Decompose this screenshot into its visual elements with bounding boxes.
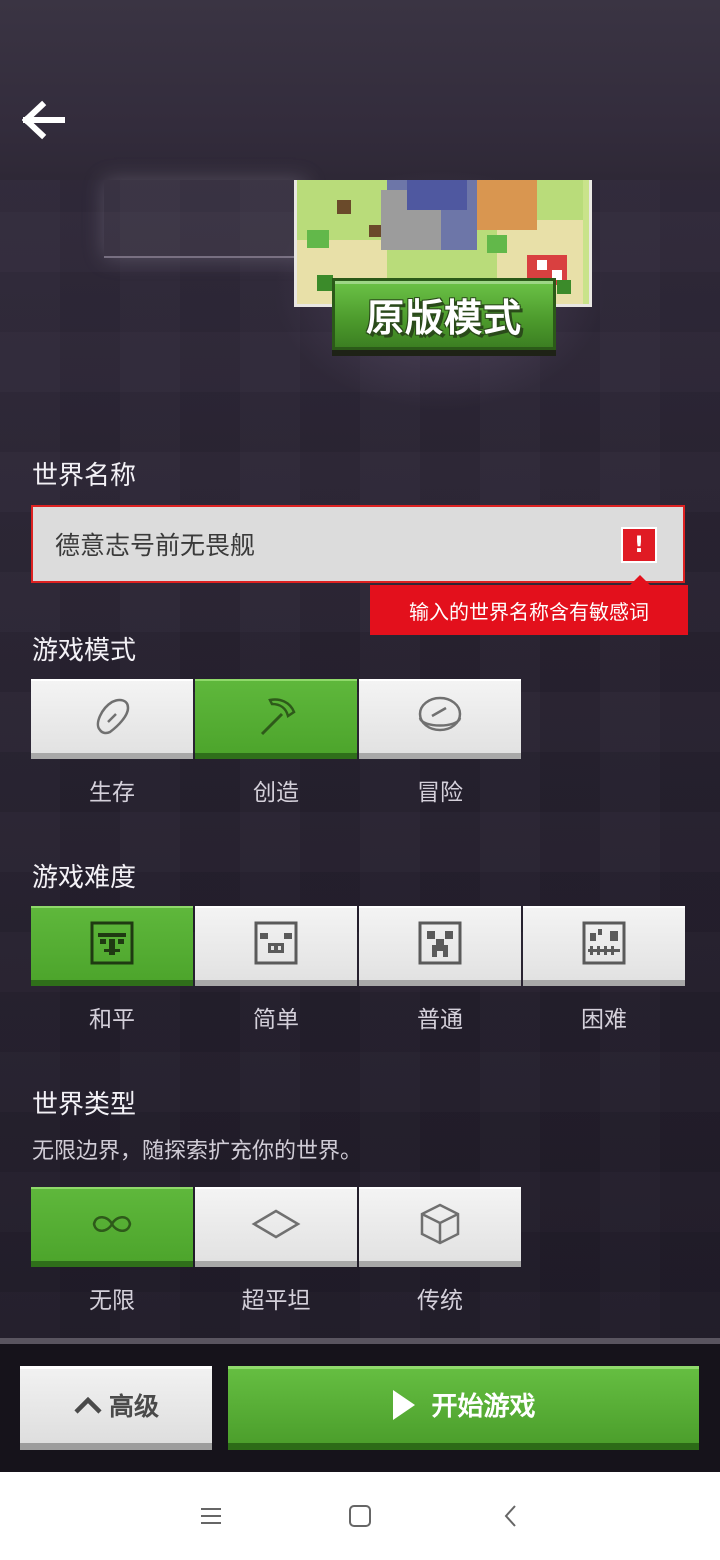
game-mode-options: 生存 创造 冒险 bbox=[31, 679, 521, 807]
advanced-button-label: 高级 bbox=[108, 1391, 159, 1421]
mode-survival-tile[interactable] bbox=[31, 679, 193, 759]
top-bar bbox=[0, 0, 720, 180]
cube-icon bbox=[420, 1203, 460, 1245]
world-infinite-option[interactable]: 无限 bbox=[31, 1187, 193, 1315]
world-flat-option[interactable]: 超平坦 bbox=[195, 1187, 357, 1315]
difficulty-hard-option[interactable]: 困难 bbox=[523, 906, 685, 1034]
difficulty-easy-tile[interactable] bbox=[195, 906, 357, 986]
world-name-label: 世界名称 bbox=[32, 461, 137, 491]
difficulty-hard-tile[interactable] bbox=[523, 906, 685, 986]
world-type-description: 无限边界，随探索扩充你的世界。 bbox=[32, 1139, 363, 1164]
chevron-up-icon bbox=[74, 1396, 102, 1414]
world-infinite-tile[interactable] bbox=[31, 1187, 193, 1267]
error-tooltip: 输入的世界名称含有敏感词 bbox=[370, 575, 688, 635]
difficulty-normal-option[interactable]: 普通 bbox=[359, 906, 521, 1034]
flat-icon bbox=[251, 1209, 301, 1239]
difficulty-easy-option[interactable]: 简单 bbox=[195, 906, 357, 1034]
menu-icon bbox=[201, 1508, 221, 1524]
mode-creative-tile[interactable] bbox=[195, 679, 357, 759]
mode-creative-label: 创造 bbox=[253, 780, 299, 806]
system-nav-bar bbox=[0, 1472, 720, 1560]
mode-adventure-option[interactable]: 冒险 bbox=[359, 679, 521, 807]
game-mode-label: 游戏模式 bbox=[32, 636, 137, 666]
difficulty-peaceful-option[interactable]: 和平 bbox=[31, 906, 193, 1034]
difficulty-normal-label: 普通 bbox=[417, 1007, 463, 1033]
world-legacy-tile[interactable] bbox=[359, 1187, 521, 1267]
back-arrow-icon bbox=[22, 100, 65, 140]
difficulty-hard-label: 困难 bbox=[581, 1007, 627, 1033]
difficulty-peaceful-label: 和平 bbox=[89, 1007, 135, 1033]
villager-icon bbox=[90, 921, 134, 965]
world-legacy-option[interactable]: 传统 bbox=[359, 1187, 521, 1315]
world-type-options: 无限 超平坦 传统 bbox=[31, 1187, 521, 1315]
difficulty-label: 游戏难度 bbox=[32, 863, 137, 893]
infinity-icon bbox=[92, 1216, 132, 1232]
back-button[interactable] bbox=[16, 96, 72, 144]
pickaxe-icon bbox=[260, 698, 296, 736]
home-square-icon bbox=[349, 1505, 371, 1527]
nav-home-button[interactable] bbox=[330, 1496, 390, 1536]
world-name-field[interactable]: ! bbox=[31, 505, 685, 583]
world-name-input[interactable] bbox=[53, 528, 597, 560]
mode-adventure-tile[interactable] bbox=[359, 679, 521, 759]
start-game-label: 开始游戏 bbox=[431, 1392, 536, 1422]
creeper-icon bbox=[418, 921, 462, 965]
world-flat-label: 超平坦 bbox=[241, 1288, 311, 1314]
potato-icon bbox=[96, 698, 130, 735]
compass-icon bbox=[418, 696, 462, 732]
world-infinite-label: 无限 bbox=[89, 1288, 135, 1314]
mode-creative-option[interactable]: 创造 bbox=[195, 679, 357, 807]
world-type-label: 世界类型 bbox=[32, 1090, 137, 1120]
skeleton-icon bbox=[582, 921, 626, 965]
difficulty-peaceful-tile[interactable] bbox=[31, 906, 193, 986]
mode-badge: 原版模式 bbox=[332, 278, 556, 350]
difficulty-easy-label: 简单 bbox=[253, 1007, 299, 1033]
world-legacy-label: 传统 bbox=[417, 1288, 463, 1314]
hero-card-shadow bbox=[104, 180, 306, 258]
nav-menu-button[interactable] bbox=[181, 1496, 241, 1536]
play-icon bbox=[393, 1389, 416, 1420]
pig-icon bbox=[254, 921, 298, 965]
world-flat-tile[interactable] bbox=[195, 1187, 357, 1267]
difficulty-normal-tile[interactable] bbox=[359, 906, 521, 986]
difficulty-options: 和平 简单 普通 困难 bbox=[31, 906, 685, 1034]
mode-adventure-label: 冒险 bbox=[417, 780, 463, 806]
warning-icon: ! bbox=[621, 527, 657, 563]
start-game-button[interactable]: 开始游戏 bbox=[228, 1366, 699, 1450]
mode-survival-label: 生存 bbox=[89, 780, 135, 806]
mode-badge-text: 原版模式 bbox=[365, 295, 522, 340]
nav-back-button[interactable] bbox=[481, 1496, 541, 1536]
mode-survival-option[interactable]: 生存 bbox=[31, 679, 193, 807]
chevron-left-icon bbox=[504, 1505, 516, 1527]
advanced-button[interactable]: 高级 bbox=[20, 1366, 212, 1450]
